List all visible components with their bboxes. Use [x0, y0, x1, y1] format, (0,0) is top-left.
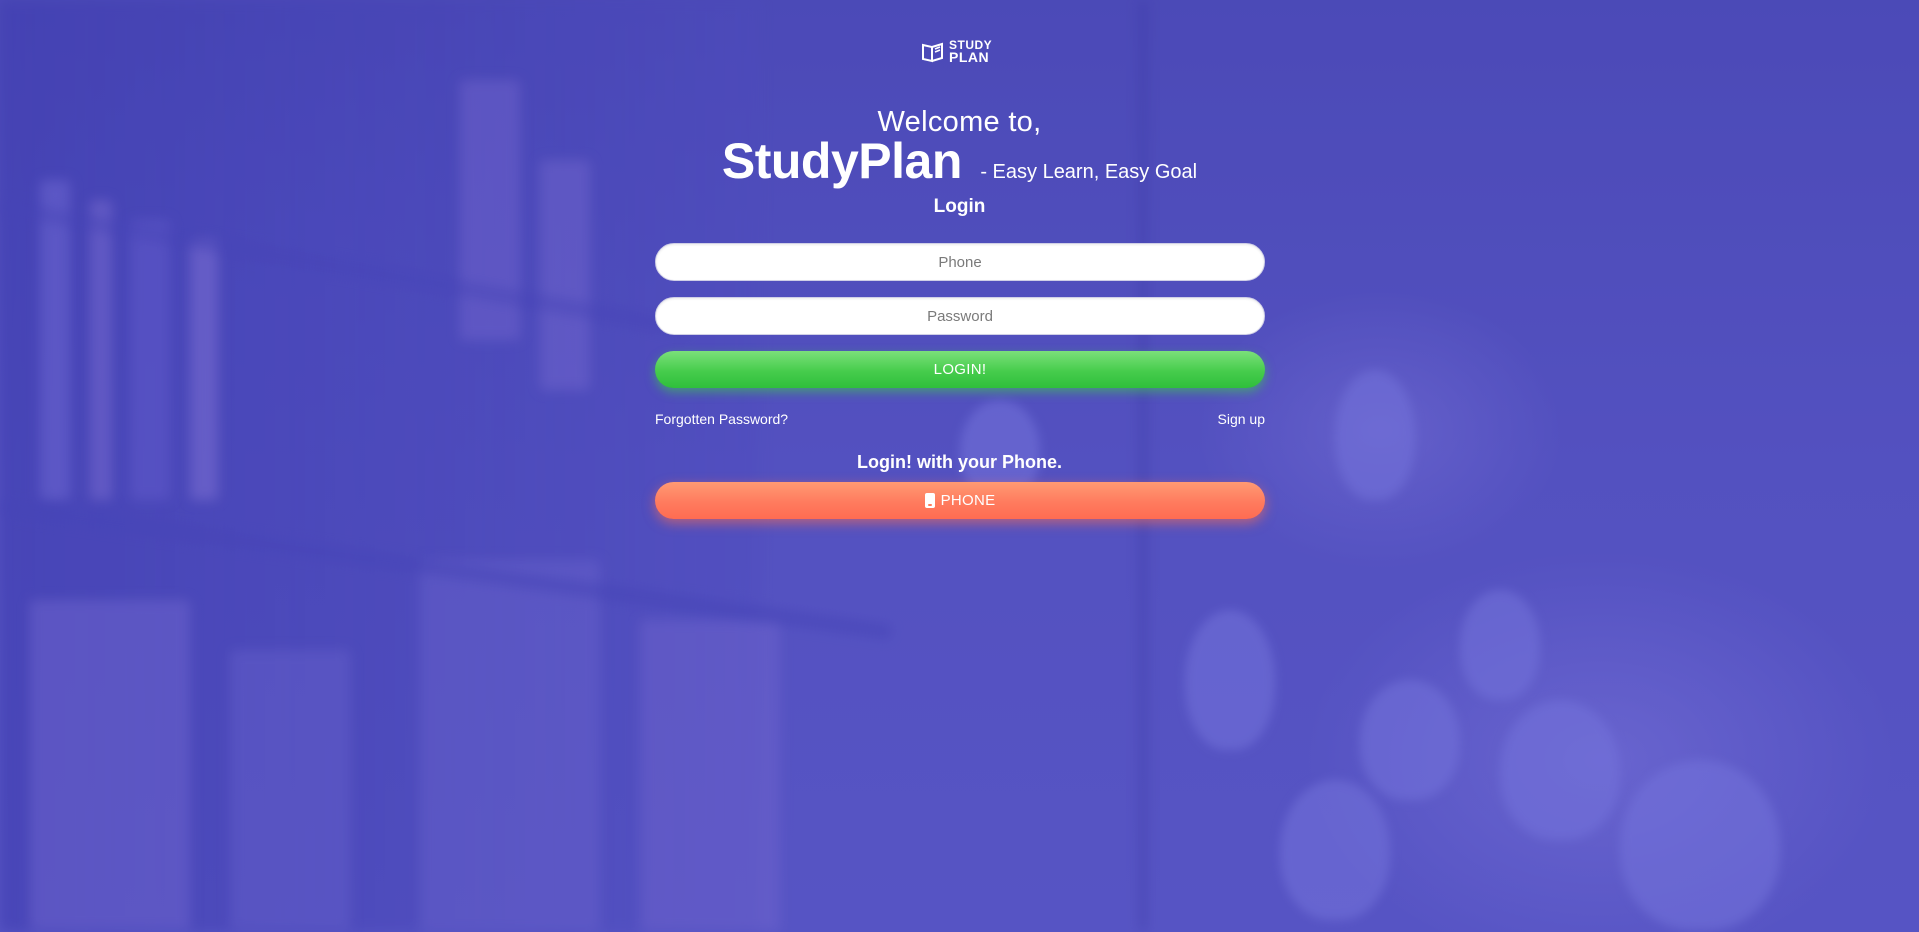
password-input[interactable]	[655, 297, 1265, 335]
logo-text: STUDY PLAN	[949, 39, 992, 65]
studyplan-logo: STUDY PLAN	[920, 38, 1000, 66]
sign-up-link[interactable]: Sign up	[1218, 411, 1265, 427]
phone-login-button-label: PHONE	[940, 492, 996, 509]
phone-input[interactable]	[655, 243, 1265, 281]
forgotten-password-link[interactable]: Forgotten Password?	[655, 411, 788, 427]
brand-title: StudyPlan	[721, 133, 962, 189]
phone-login-button[interactable]: PHONE	[655, 482, 1265, 519]
brand-tagline: - Easy Learn, Easy Goal	[980, 161, 1198, 183]
login-button[interactable]: LOGIN!	[655, 351, 1265, 388]
logo-line-2: PLAN	[949, 49, 990, 65]
mobile-phone-icon	[924, 493, 935, 508]
login-form-title: Login	[933, 196, 986, 217]
brand-row: StudyPlan - Easy Learn, Easy Goal	[0, 132, 1919, 190]
open-book-icon	[922, 42, 943, 63]
phone-login-title: Login! with your Phone.	[857, 452, 1062, 472]
